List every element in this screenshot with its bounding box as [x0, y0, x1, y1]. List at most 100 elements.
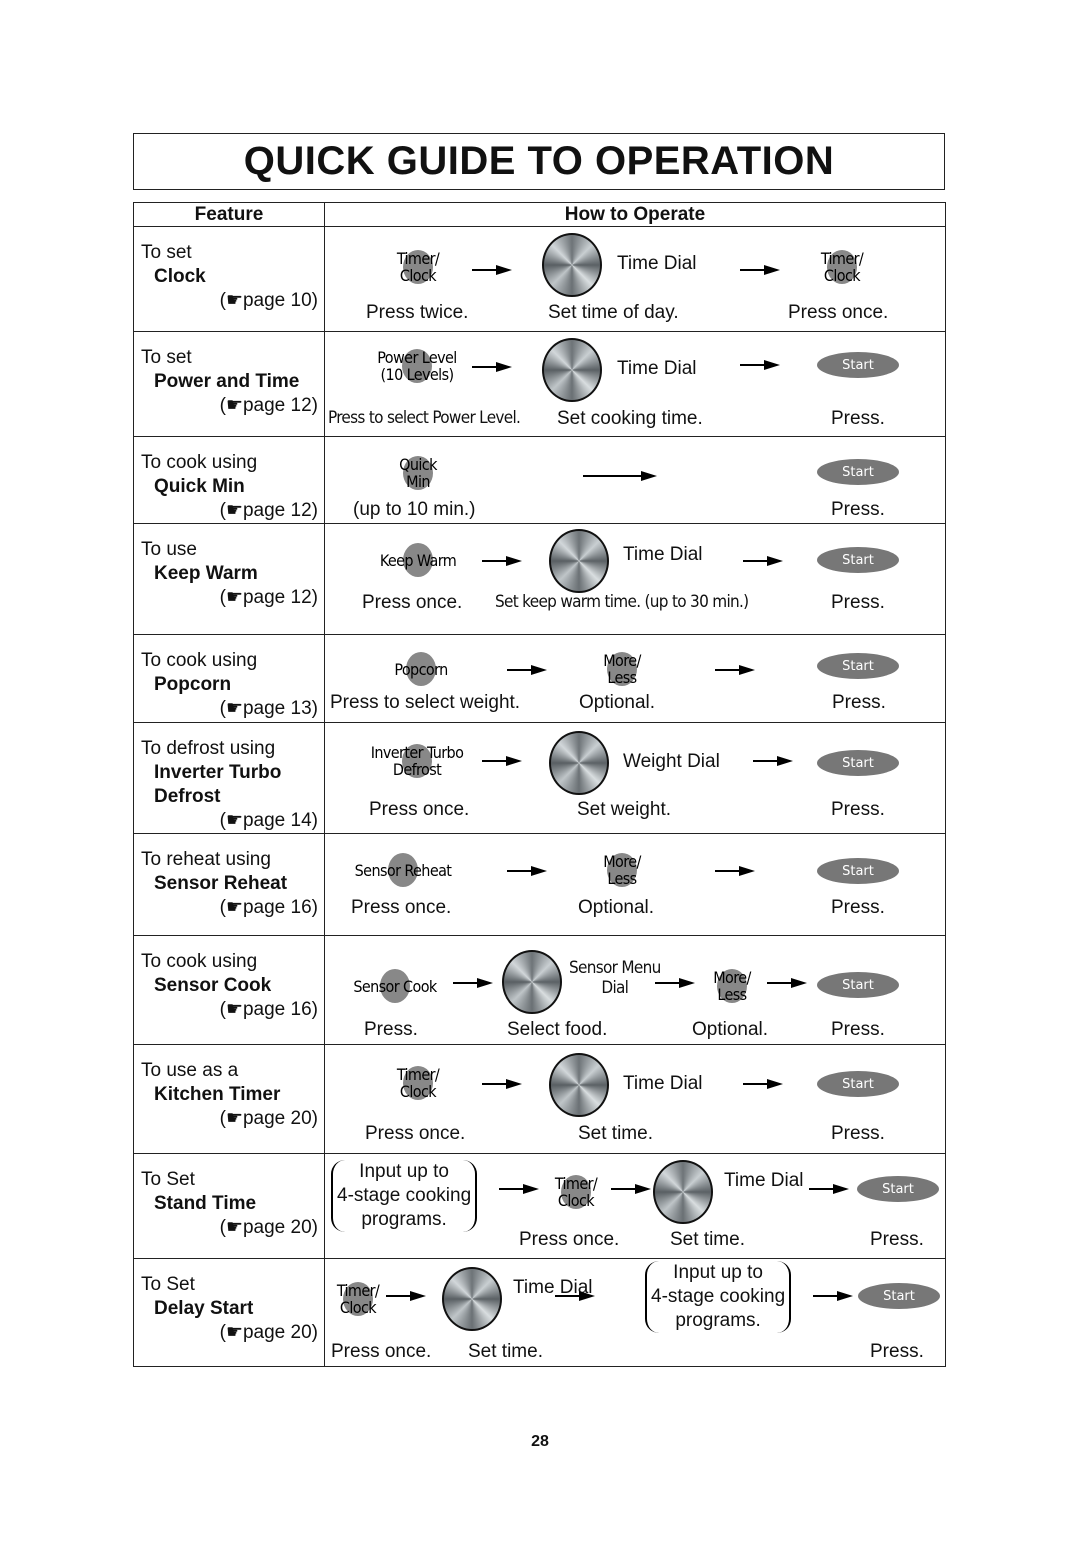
feature-name: Inverter Turbo Defrost [154, 762, 282, 807]
page-reference[interactable]: (☛page 20) [141, 1321, 318, 1345]
page-reference[interactable]: (☛page 12) [141, 586, 318, 610]
dial-label: Time Dial [623, 1073, 703, 1094]
quick-min-button[interactable]: Quick Min [385, 453, 451, 493]
step-caption: Optional. [692, 1019, 769, 1040]
dial-icon[interactable] [653, 1160, 713, 1224]
arrow-icon [740, 360, 780, 370]
page-reference[interactable]: (☛page 12) [141, 499, 318, 523]
page-reference[interactable]: (☛page 13) [141, 697, 318, 721]
step-caption: Set time of day. [548, 302, 679, 323]
quick-guide-table: Feature How to Operate To set Clock (☛page… [133, 202, 946, 1367]
operate-cell: Sensor Cook Sensor Menu Dial More/ Less Sta… [324, 935, 946, 1045]
header-how-to-operate: How to Operate [324, 202, 946, 227]
step-caption: Press. [831, 592, 885, 613]
feature-name: Power and Time [154, 371, 300, 392]
dial-icon[interactable] [502, 950, 562, 1014]
start-button[interactable]: Start [857, 1176, 939, 1202]
table-row: To use Keep Warm (☛page 12) Keep Warm Time D… [133, 523, 946, 635]
feature-intro: To cook using [141, 650, 258, 671]
more-less-button-label: More/ Less [603, 852, 641, 888]
step-caption: Press once. [519, 1229, 620, 1250]
timer-clock-button[interactable]: Timer/ Clock [809, 247, 875, 287]
feature-intro: To Set [141, 1169, 195, 1190]
step-caption: (up to 10 min.) [353, 499, 476, 520]
step-caption: Press once. [362, 592, 463, 613]
arrow-icon [555, 1291, 595, 1301]
start-button[interactable]: Start [817, 1071, 899, 1097]
start-button[interactable]: Start [817, 547, 899, 573]
page-number: 28 [531, 1433, 549, 1450]
table-row: To cook using Quick Min (☛page 12) Quick Mi… [133, 436, 946, 524]
dial-icon[interactable] [542, 233, 602, 297]
operate-steps: Popcorn More/ Less Start Press to select we… [325, 635, 945, 722]
dial-icon[interactable] [549, 731, 609, 795]
step-caption: Set time. [578, 1123, 653, 1144]
start-button[interactable]: Start [817, 858, 899, 884]
sensor-reheat-button[interactable]: Sensor Reheat [347, 850, 459, 890]
feature-cell: To use as a Kitchen Timer (☛page 20) [133, 1044, 325, 1154]
timer-clock-button[interactable]: Timer/ Clock [385, 247, 451, 287]
start-button[interactable]: Start [817, 459, 899, 485]
power-level-button[interactable]: Power Level (10 Levels) [365, 346, 469, 386]
operate-steps: Quick Min Start (up to 10 min.) Press. [325, 437, 945, 523]
more-less-button[interactable]: More/ Less [589, 850, 655, 890]
page-reference[interactable]: (☛page 14) [141, 809, 318, 833]
dial-icon[interactable] [549, 529, 609, 593]
step-caption: Set keep warm time. (up to 30 min.) [495, 592, 749, 612]
step-caption: Press once. [788, 302, 889, 323]
arrow-icon [472, 362, 512, 372]
more-less-button[interactable]: More/ Less [699, 966, 765, 1006]
dial-icon[interactable] [442, 1267, 502, 1331]
arrow-icon [743, 1079, 783, 1089]
page-reference[interactable]: (☛page 16) [141, 896, 318, 920]
step-caption: Set weight. [577, 799, 671, 820]
step-caption: Press. [870, 1229, 924, 1250]
inverter-turbo-defrost-button[interactable]: Inverter Turbo Defrost [361, 741, 473, 781]
operate-cell: Timer/ Clock Time Dial Start Press once. Set… [324, 1044, 946, 1154]
feature-cell: To cook using Popcorn (☛page 13) [133, 634, 325, 723]
page-reference[interactable]: (☛page 12) [141, 394, 318, 418]
page-reference[interactable]: (☛page 10) [141, 289, 318, 313]
start-button[interactable]: Start [817, 352, 899, 378]
arrow-icon [453, 978, 493, 988]
step-caption: Press. [870, 1341, 924, 1362]
table-row: To reheat using Sensor Reheat (☛page 16) Se… [133, 833, 946, 936]
step-caption: Set cooking time. [557, 408, 703, 429]
page-reference[interactable]: (☛page 20) [141, 1107, 318, 1131]
arrow-icon [813, 1291, 853, 1301]
start-button[interactable]: Start [817, 750, 899, 776]
step-caption: Press once. [331, 1341, 432, 1362]
quick-min-button-label: Quick Min [399, 455, 437, 491]
timer-clock-button[interactable]: Timer/ Clock [325, 1279, 391, 1319]
feature-intro: To use [141, 539, 197, 560]
feature-intro: To set [141, 347, 192, 368]
feature-cell: To set Clock (☛page 10) [133, 226, 325, 332]
step-caption: Press. [831, 799, 885, 820]
operate-steps: Power Level (10 Levels) Time Dial Start Pre… [325, 332, 945, 436]
step-caption: Press. [831, 408, 885, 429]
timer-clock-button[interactable]: Timer/ Clock [385, 1063, 451, 1103]
sensor-cook-button[interactable]: Sensor Cook [343, 966, 447, 1006]
dial-label: Time Dial [617, 253, 697, 274]
step-caption: Press. [831, 1123, 885, 1144]
dial-icon[interactable] [542, 338, 602, 402]
start-button[interactable]: Start [817, 653, 899, 679]
dial-icon[interactable] [549, 1053, 609, 1117]
feature-name: Sensor Cook [154, 975, 272, 996]
step-caption: Press. [831, 897, 885, 918]
arrow-icon [507, 665, 547, 675]
popcorn-button[interactable]: Popcorn [373, 649, 469, 689]
step-caption: Set time. [670, 1229, 745, 1250]
page-reference[interactable]: (☛page 20) [141, 1216, 318, 1240]
start-button[interactable]: Start [858, 1283, 940, 1309]
feature-cell: To cook using Sensor Cook (☛page 16) [133, 935, 325, 1045]
timer-clock-button[interactable]: Timer/ Clock [543, 1172, 609, 1212]
more-less-button-label: More/ Less [713, 968, 751, 1004]
start-button[interactable]: Start [817, 972, 899, 998]
more-less-button[interactable]: More/ Less [589, 649, 655, 689]
keep-warm-button[interactable]: Keep Warm [365, 540, 471, 580]
page-reference[interactable]: (☛page 16) [141, 998, 318, 1022]
step-caption: Press. [832, 692, 886, 713]
feature-cell: To cook using Quick Min (☛page 12) [133, 436, 325, 524]
arrow-icon [472, 265, 512, 275]
